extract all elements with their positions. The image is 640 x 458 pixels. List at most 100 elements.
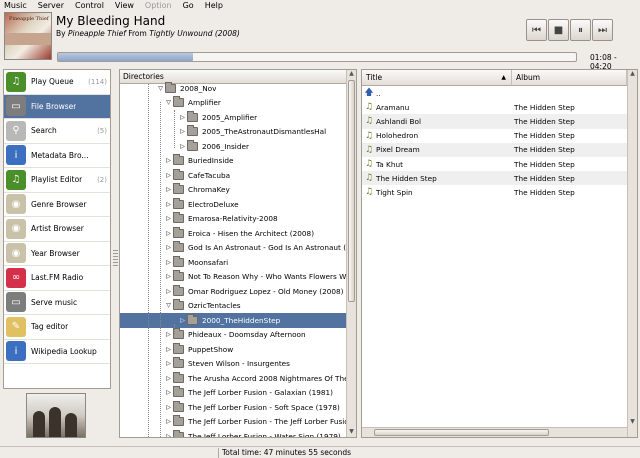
splitter-handle[interactable] xyxy=(113,250,118,266)
sidebar-item-year-browser[interactable]: ◉ Year Browser xyxy=(4,242,110,266)
sidebar-item-wikipedia-lookup[interactable]: i Wikipedia Lookup xyxy=(4,340,110,364)
directory-row[interactable]: ▷ 2005_TheAstronautDismantlesHal xyxy=(120,125,346,140)
directory-row[interactable]: ▷ Eroica - Hisen the Architect (2008) xyxy=(120,226,346,241)
track-row[interactable]: ♫ Holohedron The Hidden Step xyxy=(362,129,627,143)
collapsed-arrow-icon[interactable]: ▷ xyxy=(178,114,187,121)
sidebar-item-file-browser[interactable]: ▭ File Browser xyxy=(4,94,110,119)
track-hscrollbar[interactable] xyxy=(362,427,627,437)
directory-row[interactable]: ▷ BuriedInside xyxy=(120,154,346,169)
scrollbar-thumb[interactable] xyxy=(348,80,355,302)
parent-dir-row[interactable]: 🡅 .. xyxy=(362,86,627,100)
sidebar-item-tag-editor[interactable]: ✎ Tag editor xyxy=(4,315,110,340)
collapsed-arrow-icon[interactable]: ▷ xyxy=(164,360,173,367)
directory-row[interactable]: ▷ Steven Wilson - Insurgentes xyxy=(120,357,346,372)
collapsed-arrow-icon[interactable]: ▷ xyxy=(164,215,173,222)
directory-row[interactable]: ▷ CafeTacuba xyxy=(120,168,346,183)
directory-row[interactable]: ▷ The Jeff Lorber Fusion - Water Sign (19… xyxy=(120,429,346,437)
track-scrollbar[interactable]: ▲ ▼ xyxy=(627,70,637,437)
collapsed-arrow-icon[interactable]: ▷ xyxy=(164,433,173,437)
scroll-up-icon[interactable]: ▲ xyxy=(348,70,355,79)
directory-row[interactable]: ▷ God Is An Astronaut - God Is An Astrona… xyxy=(120,241,346,256)
sidebar-item-genre-browser[interactable]: ◉ Genre Browser xyxy=(4,193,110,217)
album-column-header[interactable]: Album xyxy=(512,70,627,86)
menu-go[interactable]: Go xyxy=(183,0,198,12)
album-header-label: Album xyxy=(516,73,541,82)
track-row[interactable]: ♫ Ta Khut The Hidden Step xyxy=(362,157,627,171)
scroll-down-icon[interactable]: ▼ xyxy=(348,428,355,437)
previous-button[interactable]: ⏮ xyxy=(526,19,547,41)
directory-label: Not To Reason Why - Who Wants Flowers Wh… xyxy=(188,272,346,282)
scroll-down-icon[interactable]: ▼ xyxy=(629,418,636,427)
directory-scrollbar[interactable]: ▲ ▼ xyxy=(346,70,356,437)
directory-row[interactable]: ▷ The Jeff Lorber Fusion - The Jeff Lorbe… xyxy=(120,415,346,430)
collapsed-arrow-icon[interactable]: ▷ xyxy=(164,259,173,266)
collapsed-arrow-icon[interactable]: ▷ xyxy=(164,273,173,280)
expanded-arrow-icon[interactable]: ▽ xyxy=(164,302,173,309)
collapsed-arrow-icon[interactable]: ▷ xyxy=(164,418,173,425)
menu-control[interactable]: Control xyxy=(75,0,108,12)
track-row[interactable]: ♫ Pixel Dream The Hidden Step xyxy=(362,142,627,157)
sidebar-item-play-queue[interactable]: ♫ Play Queue (114) xyxy=(4,70,110,95)
next-button[interactable]: ⏭ xyxy=(592,19,613,41)
collapsed-arrow-icon[interactable]: ▷ xyxy=(164,157,173,164)
music-file-icon: ♫ xyxy=(364,102,374,113)
collapsed-arrow-icon[interactable]: ▷ xyxy=(164,375,173,382)
directory-row[interactable]: ▷ The Jeff Lorber Fusion - Galaxian (1981… xyxy=(120,386,346,401)
collapsed-arrow-icon[interactable]: ▷ xyxy=(178,143,187,150)
hscroll-thumb[interactable] xyxy=(374,429,549,436)
sidebar-item-metadata-bro[interactable]: i Metadata Bro... xyxy=(4,144,110,168)
sidebar-item-last-fm-radio[interactable]: ∞ Last.FM Radio xyxy=(4,266,110,291)
directory-row[interactable]: ▽ OzricTentacles xyxy=(120,299,346,314)
collapsed-arrow-icon[interactable]: ▷ xyxy=(164,230,173,237)
directory-row[interactable]: ▷ PuppetShow xyxy=(120,342,346,357)
directory-row[interactable]: ▷ 2005_Amplifier xyxy=(120,110,346,125)
directory-row[interactable]: ▷ 2006_Insider xyxy=(120,139,346,154)
collapsed-arrow-icon[interactable]: ▷ xyxy=(178,128,187,135)
menu-server[interactable]: Server xyxy=(38,0,68,12)
directory-row[interactable]: ▷ Omar Rodriguez Lopez - Old Money (2008) xyxy=(120,284,346,299)
directory-row[interactable]: ▷ ChromaKey xyxy=(120,183,346,198)
collapsed-arrow-icon[interactable]: ▷ xyxy=(164,201,173,208)
collapsed-arrow-icon[interactable]: ▷ xyxy=(164,186,173,193)
sidebar-item-search[interactable]: ⚲ Search (5) xyxy=(4,119,110,144)
sidebar-item-serve-music[interactable]: ▭ Serve music xyxy=(4,291,110,315)
collapsed-arrow-icon[interactable]: ▷ xyxy=(164,288,173,295)
stop-button[interactable]: ■ xyxy=(548,19,569,41)
directory-row[interactable]: ▽ 2008_Nov xyxy=(120,81,346,96)
directory-row[interactable]: ▷ Phideaux - Doomsday Afternoon xyxy=(120,328,346,343)
sidebar-item-artist-browser[interactable]: ◉ Artist Browser xyxy=(4,217,110,242)
collapsed-arrow-icon[interactable]: ▷ xyxy=(178,317,187,324)
directory-row[interactable]: ▷ Emarosa-Relativity-2008 xyxy=(120,212,346,227)
track-row[interactable]: ♫ Ashlandi Bol The Hidden Step xyxy=(362,114,627,129)
expanded-arrow-icon[interactable]: ▽ xyxy=(164,99,173,106)
directory-row[interactable]: ▷ 2000_TheHiddenStep xyxy=(120,313,346,328)
menu-option[interactable]: Option xyxy=(145,0,176,12)
pause-button[interactable]: ⏸ xyxy=(570,19,591,41)
menu-help[interactable]: Help xyxy=(205,0,227,12)
directory-row[interactable]: ▷ Moonsafari xyxy=(120,255,346,270)
seek-bar[interactable] xyxy=(57,52,577,62)
directory-row[interactable]: ▷ Not To Reason Why - Who Wants Flowers W… xyxy=(120,270,346,285)
collapsed-arrow-icon[interactable]: ▷ xyxy=(164,389,173,396)
track-row[interactable]: ♫ Tight Spin The Hidden Step xyxy=(362,185,627,199)
collapsed-arrow-icon[interactable]: ▷ xyxy=(164,244,173,251)
collapsed-arrow-icon[interactable]: ▷ xyxy=(164,172,173,179)
collapsed-arrow-icon[interactable]: ▷ xyxy=(164,404,173,411)
directory-row[interactable]: ▷ The Arusha Accord 2008 Nightmares Of Th… xyxy=(120,371,346,386)
folder-icon xyxy=(187,125,198,137)
directory-row[interactable]: ▽ Amplifier xyxy=(120,96,346,111)
menu-music[interactable]: Music xyxy=(4,0,31,12)
collapsed-arrow-icon[interactable]: ▷ xyxy=(164,331,173,338)
menu-view[interactable]: View xyxy=(115,0,138,12)
music-file-icon: ♫ xyxy=(364,173,374,184)
collapsed-arrow-icon[interactable]: ▷ xyxy=(164,346,173,353)
title-column-header[interactable]: Title ▲ xyxy=(362,70,512,86)
track-row[interactable]: ♫ Aramanu The Hidden Step xyxy=(362,100,627,114)
sidebar-item-playlist-editor[interactable]: ♫ Playlist Editor (2) xyxy=(4,168,110,193)
track-row[interactable]: ♫ The Hidden Step The Hidden Step xyxy=(362,171,627,186)
song-title: My Bleeding Hand xyxy=(56,14,166,28)
directory-row[interactable]: ▷ ElectroDeluxe xyxy=(120,197,346,212)
expanded-arrow-icon[interactable]: ▽ xyxy=(156,85,165,92)
directory-row[interactable]: ▷ The Jeff Lorber Fusion - Soft Space (19… xyxy=(120,400,346,415)
scroll-up-icon[interactable]: ▲ xyxy=(629,70,636,79)
